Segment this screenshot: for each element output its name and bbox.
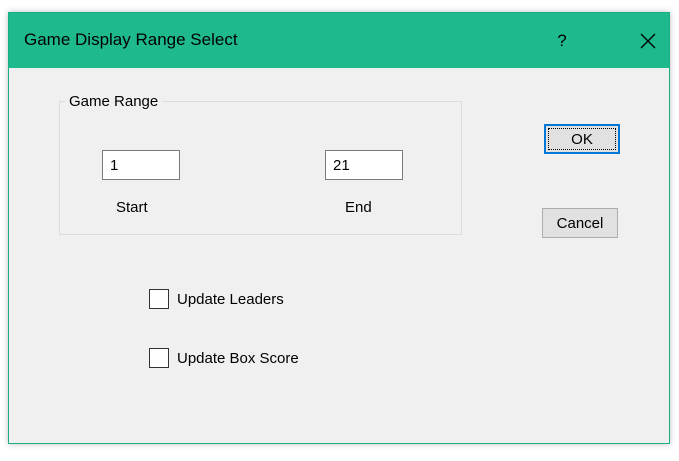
close-icon: [640, 33, 656, 48]
update-box-score-option[interactable]: Update Box Score: [149, 348, 299, 368]
ok-button[interactable]: OK: [544, 124, 620, 154]
start-game-input[interactable]: [102, 150, 180, 180]
update-leaders-checkbox[interactable]: [149, 289, 169, 309]
focus-rectangle: [548, 128, 616, 150]
title-bar[interactable]: Game Display Range Select ?: [9, 13, 669, 68]
update-leaders-option[interactable]: Update Leaders: [149, 289, 284, 309]
start-label: Start: [116, 199, 148, 216]
update-box-score-label: Update Box Score: [177, 349, 299, 367]
close-button[interactable]: [625, 13, 671, 68]
update-leaders-label: Update Leaders: [177, 290, 284, 308]
game-range-legend: Game Range: [65, 93, 163, 110]
cancel-button-label: Cancel: [556, 214, 604, 232]
cancel-button[interactable]: Cancel: [542, 208, 618, 238]
update-box-score-checkbox[interactable]: [149, 348, 169, 368]
dialog-window: Game Display Range Select ? Game Range S…: [8, 12, 670, 444]
help-button[interactable]: ?: [539, 13, 585, 68]
dialog-title: Game Display Range Select: [24, 30, 238, 49]
end-label: End: [345, 199, 372, 216]
end-game-input[interactable]: [325, 150, 403, 180]
